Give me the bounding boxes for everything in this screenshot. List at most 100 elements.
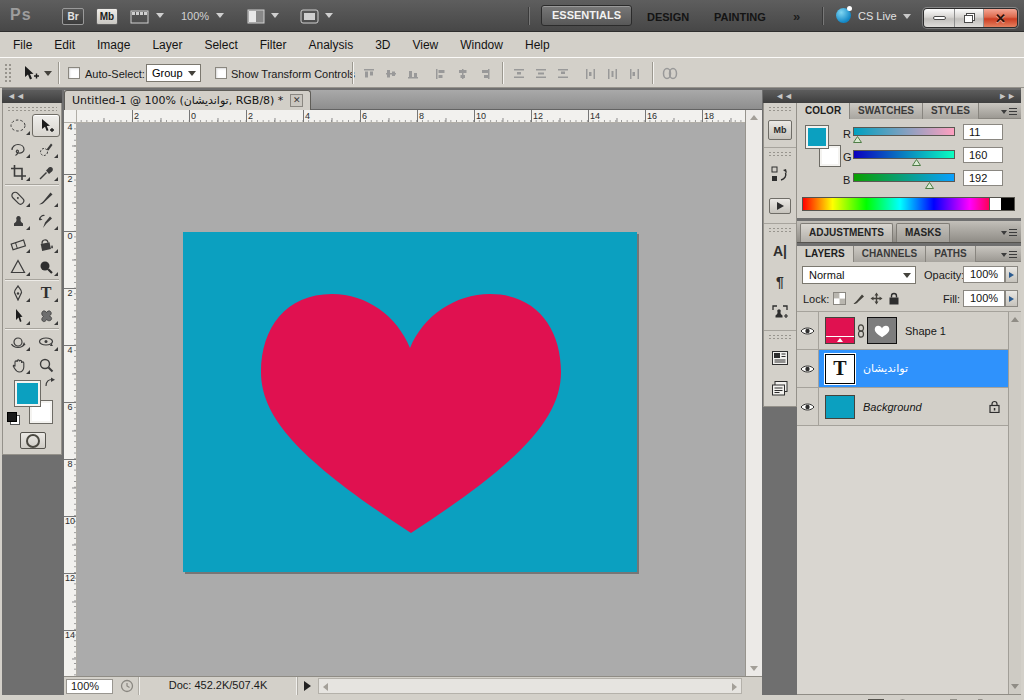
- tab-color[interactable]: COLOR: [797, 103, 850, 119]
- align-vertical-centers-icon[interactable]: [384, 67, 398, 80]
- tab-masks[interactable]: MASKS: [896, 223, 950, 242]
- arrange-documents-icon[interactable]: [247, 9, 265, 24]
- doc-size-info[interactable]: Doc: 452.2K/507.4K: [138, 677, 298, 695]
- mini-bridge-panel-icon[interactable]: Mb: [764, 114, 796, 145]
- opacity-spinner[interactable]: [1005, 266, 1018, 283]
- red-slider[interactable]: [853, 127, 955, 136]
- toolbox-grip[interactable]: [7, 106, 57, 112]
- dock-grip[interactable]: [768, 151, 792, 157]
- move-tool[interactable]: [32, 114, 60, 137]
- foreground-color-swatch[interactable]: [14, 380, 41, 407]
- distribute-top-edges-icon[interactable]: [512, 67, 526, 80]
- green-slider-thumb[interactable]: [912, 159, 921, 166]
- zoom-dropdown-icon[interactable]: [216, 13, 224, 18]
- lock-position-icon[interactable]: [870, 292, 883, 305]
- menu-view[interactable]: View: [401, 38, 449, 52]
- history-panel-icon[interactable]: [764, 159, 796, 190]
- lasso-tool[interactable]: [4, 137, 32, 160]
- document-tab-close-icon[interactable]: ✕: [290, 94, 303, 107]
- workspace-design-button[interactable]: DESIGN: [647, 10, 689, 24]
- vertical-scrollbar[interactable]: [745, 110, 762, 676]
- layer-comps-panel-icon[interactable]: [764, 373, 796, 404]
- auto-select-dropdown[interactable]: Group: [146, 64, 201, 82]
- restore-button[interactable]: [954, 9, 984, 27]
- tab-channels[interactable]: CHANNELS: [854, 246, 927, 262]
- blue-slider[interactable]: [853, 173, 955, 182]
- red-value-input[interactable]: 11: [963, 124, 1003, 140]
- horizontal-ruler[interactable]: 2 0 2 4 6 8 10 12 14 16 18: [77, 110, 745, 123]
- layers-scrollbar[interactable]: [1008, 312, 1021, 694]
- layer-thumbnail-shape1[interactable]: [825, 317, 855, 344]
- workspace-overflow-chevron[interactable]: »: [793, 9, 800, 24]
- color-foreground-swatch[interactable]: [805, 125, 829, 149]
- align-right-edges-icon[interactable]: [478, 67, 492, 80]
- clone-source-panel-icon[interactable]: [764, 297, 796, 328]
- info-panel-icon[interactable]: [764, 342, 796, 373]
- tab-swatches[interactable]: SWATCHES: [850, 103, 923, 119]
- character-panel-icon[interactable]: A|: [764, 235, 796, 266]
- view-extras-icon[interactable]: [130, 9, 150, 24]
- green-slider[interactable]: [853, 150, 955, 159]
- auto-align-layers-icon[interactable]: [662, 67, 676, 80]
- 3d-camera-rotate-tool[interactable]: [32, 330, 60, 353]
- fill-input[interactable]: 100%: [963, 290, 1005, 307]
- mask-link-icon[interactable]: [857, 324, 865, 338]
- red-slider-thumb[interactable]: [853, 136, 862, 143]
- 3d-object-rotate-tool[interactable]: [4, 330, 32, 353]
- mini-bridge-button[interactable]: Mb: [96, 8, 118, 25]
- dock-grip[interactable]: [768, 227, 792, 233]
- green-value-input[interactable]: 160: [963, 147, 1003, 163]
- menu-file[interactable]: File: [2, 38, 43, 52]
- color-spectrum-bar[interactable]: [802, 197, 1015, 211]
- lock-all-icon[interactable]: [888, 292, 900, 305]
- layer-thumbnail-background[interactable]: [825, 395, 855, 419]
- canvas-viewport[interactable]: [77, 123, 745, 676]
- layer-row-text[interactable]: T توانديشان: [797, 350, 1008, 388]
- lock-pixels-icon[interactable]: [852, 292, 865, 305]
- visibility-toggle[interactable]: [797, 388, 819, 425]
- show-transform-checkbox[interactable]: [215, 67, 227, 79]
- crop-tool[interactable]: [4, 160, 32, 183]
- dodge-tool[interactable]: [32, 255, 60, 278]
- align-bottom-edges-icon[interactable]: [406, 67, 420, 80]
- blue-value-input[interactable]: 192: [963, 170, 1003, 186]
- menu-help[interactable]: Help: [514, 38, 561, 52]
- visibility-toggle[interactable]: [797, 312, 819, 349]
- menu-image[interactable]: Image: [86, 38, 141, 52]
- status-zoom-input[interactable]: 100%: [66, 679, 113, 694]
- ruler-corner[interactable]: [64, 110, 77, 123]
- lock-transparency-icon[interactable]: [833, 292, 846, 305]
- distribute-vertical-centers-icon[interactable]: [534, 67, 548, 80]
- blue-slider-thumb[interactable]: [925, 182, 934, 189]
- distribute-bottom-edges-icon[interactable]: [556, 67, 570, 80]
- options-bar-grip[interactable]: [4, 63, 12, 83]
- screen-mode-icon[interactable]: [300, 9, 319, 24]
- cs-live-icon[interactable]: [836, 8, 851, 23]
- eyedropper-tool[interactable]: [32, 160, 60, 183]
- actions-panel-icon[interactable]: [764, 190, 796, 221]
- layer-mask-thumbnail-heart[interactable]: [867, 317, 897, 344]
- arrange-documents-dropdown-icon[interactable]: [271, 13, 279, 18]
- visibility-toggle[interactable]: [797, 350, 819, 387]
- tab-adjustments[interactable]: ADJUSTMENTS: [800, 223, 893, 242]
- default-colors-icon[interactable]: [7, 412, 20, 425]
- menu-layer[interactable]: Layer: [141, 38, 193, 52]
- workspace-essentials-button[interactable]: ESSENTIALS: [541, 5, 632, 26]
- distribute-left-edges-icon[interactable]: [584, 67, 598, 80]
- cs-live-label[interactable]: CS Live: [858, 10, 897, 22]
- align-left-edges-icon[interactable]: [434, 67, 448, 80]
- layer-thumbnail-text[interactable]: T: [825, 354, 855, 384]
- zoom-tool[interactable]: [32, 353, 60, 376]
- menu-select[interactable]: Select: [193, 38, 248, 52]
- workspace-painting-button[interactable]: PAINTING: [714, 10, 766, 24]
- cs-live-dropdown-icon[interactable]: [903, 14, 911, 19]
- path-selection-tool[interactable]: [4, 304, 32, 327]
- custom-shape-tool[interactable]: [32, 304, 60, 327]
- pen-tool[interactable]: [4, 281, 32, 304]
- color-panel-menu-icon[interactable]: [1001, 107, 1017, 116]
- screen-mode-dropdown-icon[interactable]: [325, 13, 333, 18]
- history-brush-tool[interactable]: [32, 209, 60, 232]
- hand-tool[interactable]: [4, 353, 32, 376]
- eraser-tool[interactable]: [4, 232, 32, 255]
- status-icon[interactable]: [119, 679, 135, 693]
